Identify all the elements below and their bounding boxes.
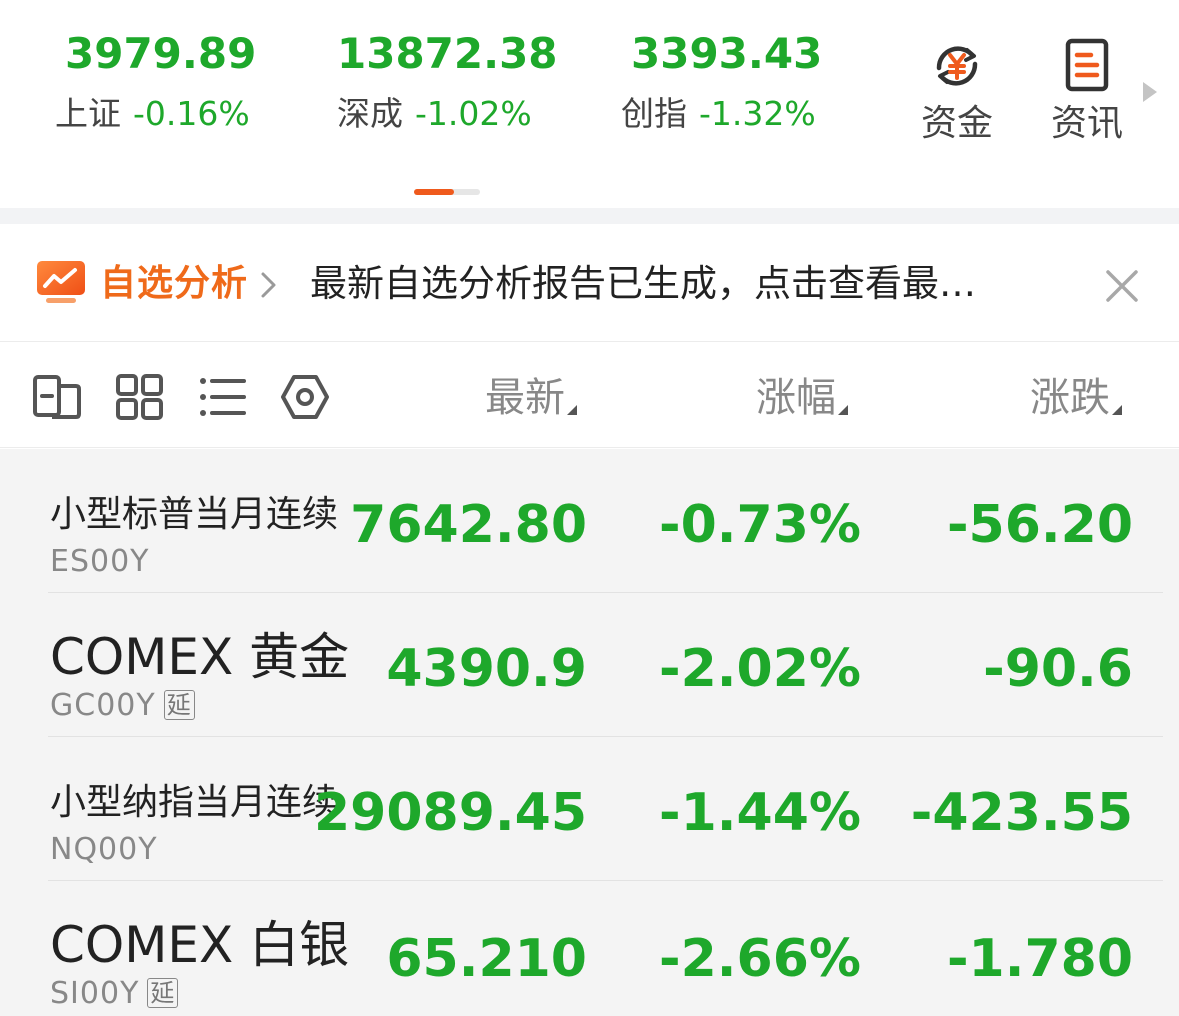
index-strip: 3979.89 上证 -0.16% 13872.38 深成 -1.02% 3393.…	[0, 0, 1179, 208]
index-shenzhen[interactable]: 13872.38 深成 -1.02%	[337, 28, 597, 134]
table-row[interactable]: 小型标普当月连续 ES00Y 7642.80 -0.73% -56.20	[0, 449, 1179, 593]
list-view-icon[interactable]	[198, 374, 248, 420]
capital-button[interactable]: 资金	[912, 38, 1002, 146]
index-name: 深成	[337, 94, 403, 133]
index-value: 3979.89	[65, 29, 257, 78]
column-change-pct[interactable]: 涨幅	[756, 372, 848, 424]
code-text: NQ00Y	[50, 832, 158, 867]
index-change-pct: -1.32%	[699, 94, 816, 133]
instrument-name: COMEX 黄金	[50, 628, 350, 686]
table-row[interactable]: COMEX 白银 SI00Y 延 65.210 -2.66% -1.780	[0, 881, 1179, 1016]
sort-icon	[567, 405, 577, 415]
change-pct: -2.02%	[659, 639, 861, 699]
instrument-name: 小型标普当月连续	[50, 494, 339, 535]
code-text: ES00Y	[50, 544, 150, 579]
latest-price: 4390.9	[386, 639, 587, 699]
notice-text: 最新自选分析报告已生成，点击查看最…	[310, 262, 976, 305]
change-pct: -1.44%	[659, 783, 861, 843]
grid-view-icon[interactable]	[115, 374, 165, 420]
index-value: 3393.43	[631, 29, 823, 78]
table-row[interactable]: COMEX 黄金 GC00Y 延 4390.9 -2.02% -90.6	[0, 593, 1179, 737]
sort-icon	[1112, 405, 1122, 415]
change-amount: -423.55	[910, 783, 1133, 843]
more-right-arrow-icon[interactable]	[1140, 80, 1160, 104]
news-label: 资讯	[1050, 103, 1123, 144]
instrument-code: ES00Y	[50, 544, 150, 580]
analysis-notice-bar[interactable]: 自选分析 最新自选分析报告已生成，点击查看最…	[0, 224, 1179, 342]
instrument-code: SI00Y 延	[50, 976, 179, 1012]
index-change-pct: -0.16%	[133, 94, 250, 133]
change-amount: -56.20	[946, 495, 1133, 555]
column-latest-label: 最新	[485, 375, 565, 421]
latest-price: 65.210	[386, 929, 587, 989]
change-amount: -1.780	[946, 929, 1133, 989]
index-name: 创指	[621, 94, 687, 133]
index-value: 13872.38	[337, 29, 558, 78]
instrument-name: COMEX 白银	[50, 916, 350, 974]
close-icon[interactable]	[1104, 268, 1140, 304]
index-chinext[interactable]: 3393.43 创指 -1.32%	[621, 28, 881, 134]
change-pct: -0.73%	[659, 495, 861, 555]
code-text: GC00Y	[50, 688, 156, 723]
table-row[interactable]: 小型纳指当月连续 NQ00Y 29089.45 -1.44% -423.55	[0, 737, 1179, 881]
notice-title: 自选分析	[100, 263, 249, 304]
index-name: 上证	[55, 94, 121, 133]
switch-layout-icon[interactable]	[32, 374, 82, 420]
change-amount: -90.6	[983, 639, 1133, 699]
latest-price: 7642.80	[350, 495, 587, 555]
news-document-icon	[1065, 38, 1109, 92]
list-header: 最新 涨幅 涨跌	[0, 342, 1179, 448]
index-change-pct: -1.02%	[415, 94, 532, 133]
sort-icon	[838, 405, 848, 415]
column-latest[interactable]: 最新	[485, 372, 577, 424]
delayed-badge: 延	[163, 690, 195, 720]
index-shanghai[interactable]: 3979.89 上证 -0.16%	[55, 28, 315, 134]
settings-hexagon-icon[interactable]	[280, 374, 330, 420]
page-indicator	[414, 189, 480, 195]
instrument-code: GC00Y 延	[50, 688, 195, 724]
news-button[interactable]: 资讯	[1042, 38, 1132, 146]
instrument-code: NQ00Y	[50, 832, 158, 868]
page-indicator-active	[414, 189, 454, 195]
change-pct: -2.66%	[659, 929, 861, 989]
capital-yuan-icon	[936, 46, 978, 86]
chevron-right-icon	[261, 272, 276, 298]
delayed-badge: 延	[147, 978, 179, 1008]
column-change-pct-label: 涨幅	[756, 375, 836, 421]
watchlist: 小型标普当月连续 ES00Y 7642.80 -0.73% -56.20 COM…	[0, 449, 1179, 1016]
column-change[interactable]: 涨跌	[1030, 372, 1140, 424]
instrument-name: 小型纳指当月连续	[50, 782, 339, 823]
capital-label: 资金	[920, 103, 993, 144]
code-text: SI00Y	[50, 976, 140, 1011]
analysis-chart-icon	[37, 261, 85, 303]
column-change-label: 涨跌	[1030, 375, 1110, 421]
latest-price: 29089.45	[313, 783, 587, 843]
section-gap	[0, 208, 1179, 224]
